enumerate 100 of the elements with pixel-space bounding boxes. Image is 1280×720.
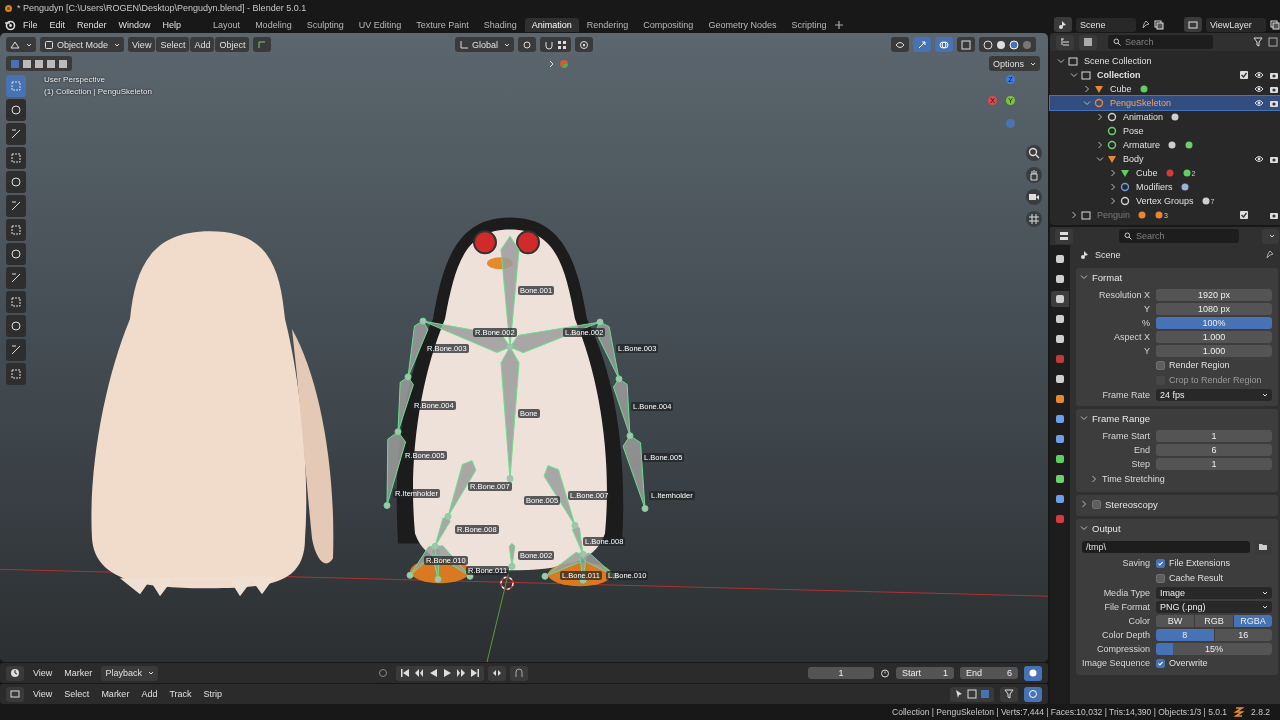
menu-item[interactable]: Window	[113, 19, 156, 30]
search-field[interactable]: Search	[1119, 229, 1239, 243]
workspace-tab[interactable]: Shading	[476, 17, 524, 32]
property-label: Step	[1131, 458, 1150, 469]
sequencer-menu[interactable]: Strip	[200, 689, 226, 699]
panel-title[interactable]: Frame Range	[1092, 412, 1151, 424]
viewport-menu[interactable]: Select	[156, 37, 190, 52]
workspace-tab[interactable]: Modeling	[248, 17, 299, 32]
window-title: * Pengudyn [C:\Users\ROGEN\Desktop\Pengudyn.blend] - Blender 5.0.1	[17, 3, 307, 13]
outliner-item-label: Penguin	[1097, 210, 1131, 220]
viewport-menu[interactable]: Add	[190, 37, 215, 52]
end-frame-field[interactable]: End 6	[960, 667, 1018, 679]
output-path-field[interactable]: /tmp\	[1082, 541, 1250, 553]
number-field[interactable]: 6	[1156, 443, 1272, 456]
property-label: Saving	[1122, 558, 1150, 568]
playback-dropdown[interactable]: Playback	[101, 665, 158, 681]
number-field[interactable]: 1920 px	[1156, 288, 1272, 301]
property-label: File Format	[1104, 601, 1150, 612]
viewport-menu[interactable]: View	[128, 37, 156, 52]
dropdown[interactable]: PNG (.png)	[1156, 600, 1272, 613]
outliner-item-label: Cube	[1136, 168, 1158, 178]
workspace-tab[interactable]: Sculpting	[299, 17, 351, 32]
outliner-row[interactable]: Armature	[1050, 138, 1280, 152]
outliner-row[interactable]: Pose	[1050, 124, 1280, 138]
checkbox-label: Cache Result	[1169, 573, 1224, 583]
panel-title[interactable]: Output	[1092, 522, 1121, 534]
menu-item[interactable]: Help	[157, 19, 187, 30]
workspace-tab[interactable]: Compositing	[636, 17, 701, 32]
search-field[interactable]: Search	[1108, 35, 1213, 49]
outliner-row[interactable]: Animation	[1050, 110, 1280, 124]
dropdown[interactable]: 24 fps	[1156, 388, 1272, 401]
workspace-tab[interactable]: Scripting	[784, 17, 834, 32]
menu-item[interactable]: Edit	[44, 19, 71, 30]
segment-button[interactable]: RGB	[1195, 614, 1233, 627]
dropdown[interactable]: Image	[1156, 586, 1272, 599]
sequencer-menu[interactable]: Add	[138, 689, 161, 699]
outliner-item-label: Modifiers	[1136, 182, 1173, 192]
outliner-row[interactable]: Cube	[1050, 82, 1280, 96]
segment-button[interactable]: BW	[1156, 614, 1194, 627]
workspace-tab[interactable]: Geometry Nodes	[701, 17, 784, 32]
property-label: Image Sequence	[1081, 658, 1150, 668]
panel-title[interactable]: Format	[1092, 271, 1123, 283]
checkbox-label: File Extensions	[1169, 558, 1231, 568]
addon-version: 2.8.2	[1251, 707, 1270, 717]
outliner-row[interactable]: Scene Collection	[1050, 54, 1280, 68]
sequencer-menu[interactable]: Track	[166, 689, 195, 699]
outliner-row[interactable]: PenguSkeleton	[1050, 96, 1280, 110]
segment-button[interactable]: 8	[1156, 628, 1214, 641]
number-field[interactable]: 1	[1156, 429, 1272, 442]
sequencer-menu[interactable]: Marker	[98, 689, 133, 699]
property-label: End	[1134, 444, 1150, 455]
orientation-dropdown[interactable]: Global	[455, 37, 514, 52]
property-label: Frame Rate	[1102, 389, 1150, 400]
number-field[interactable]: 1.000	[1156, 344, 1272, 357]
outliner-item-label: Vertex Groups	[1136, 196, 1194, 206]
property-label: Y	[1144, 345, 1150, 356]
menu-item[interactable]: Render	[72, 19, 112, 30]
scene-field[interactable]: Scene	[1076, 17, 1136, 32]
outliner-row[interactable]: Body	[1050, 152, 1280, 166]
property-label: %	[1142, 317, 1150, 328]
start-frame-field[interactable]: Start 1	[896, 667, 954, 679]
view-layer-field[interactable]: ViewLayer	[1206, 17, 1266, 32]
outliner-row[interactable]: Collection	[1050, 68, 1280, 82]
number-field[interactable]: 1.000	[1156, 330, 1272, 343]
outliner-item-label: Scene Collection	[1084, 56, 1152, 66]
current-frame-field[interactable]: 1	[808, 667, 874, 679]
property-label: Compression	[1096, 643, 1150, 654]
mode-dropdown[interactable]: Object Mode	[40, 37, 125, 52]
viewport-info-text: User Perspective	[44, 75, 106, 84]
outliner-item-label: PenguSkeleton	[1110, 98, 1172, 108]
number-field[interactable]: 1080 px	[1156, 302, 1272, 315]
outliner-item-label: Cube	[1110, 84, 1132, 94]
sequencer-menu[interactable]: Select	[61, 689, 93, 699]
sequencer-menu[interactable]: View	[30, 689, 56, 699]
panel-title[interactable]: Stereoscopy	[1105, 498, 1158, 510]
workspace-tab[interactable]: Texture Paint	[409, 17, 476, 32]
checkbox-label: Render Region	[1169, 360, 1230, 370]
checkbox-label: Overwrite	[1169, 658, 1208, 668]
property-label: Media Type	[1103, 587, 1150, 598]
outliner-row[interactable]: Modifiers	[1050, 180, 1280, 194]
workspace-tab[interactable]: Animation	[524, 17, 579, 32]
property-label: Color	[1128, 615, 1150, 626]
number-field[interactable]: 1	[1156, 457, 1272, 470]
outliner-item-label: Collection	[1097, 70, 1141, 80]
subpanel-title[interactable]: Time Stretching	[1102, 474, 1165, 484]
options-dropdown[interactable]: Options	[988, 56, 1040, 71]
segment-button[interactable]: 16	[1214, 628, 1272, 641]
workspace-tab[interactable]: UV Editing	[351, 17, 409, 32]
workspace-tab[interactable]: Rendering	[579, 17, 636, 32]
timeline-menu[interactable]: View	[30, 668, 56, 678]
viewport-menu[interactable]: Object	[215, 37, 250, 52]
checkbox-label: Crop to Render Region	[1169, 375, 1262, 385]
outliner-item-label: Armature	[1123, 140, 1160, 150]
segment-button[interactable]: RGBA	[1234, 614, 1272, 627]
menu-item[interactable]: File	[18, 19, 43, 30]
slider[interactable]: 15%	[1156, 642, 1272, 655]
workspace-tab[interactable]: Layout	[206, 17, 248, 32]
slider[interactable]: 100%	[1156, 316, 1272, 329]
property-label: Y	[1144, 303, 1150, 314]
timeline-menu[interactable]: Marker	[61, 668, 96, 678]
